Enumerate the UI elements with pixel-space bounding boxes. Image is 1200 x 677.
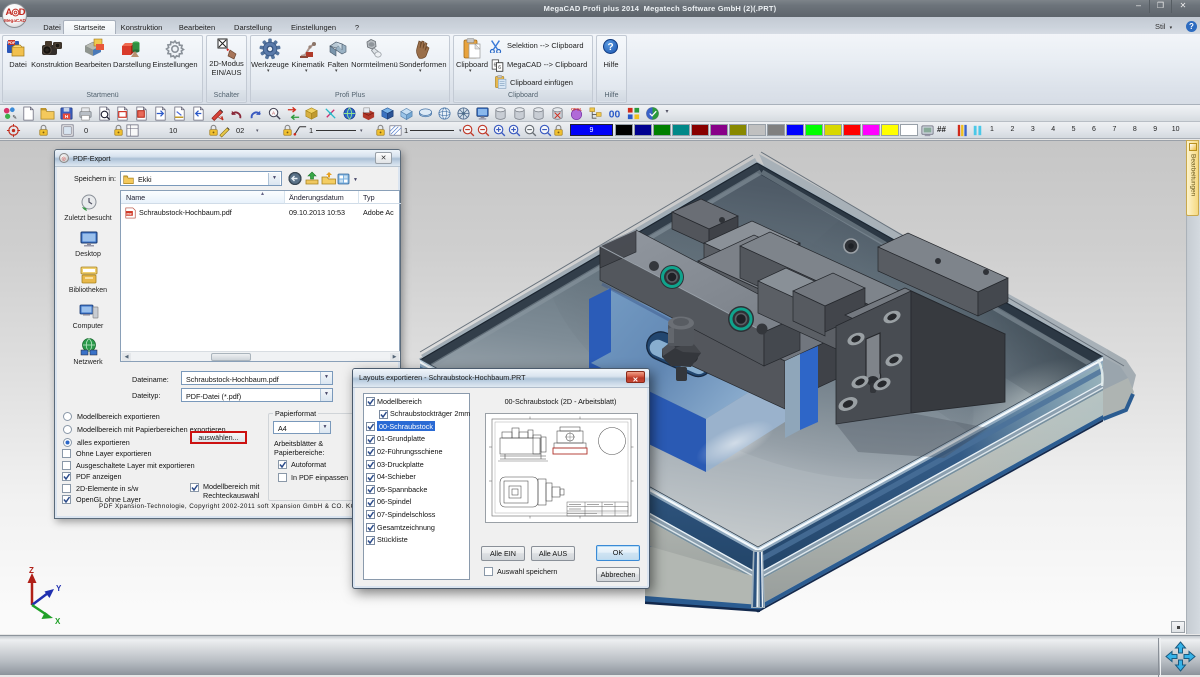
svg-text:Y: Y (56, 584, 62, 593)
svg-text:Z: Z (29, 566, 34, 575)
svg-text:A: A (272, 110, 275, 115)
svg-text:6: 6 (498, 65, 501, 71)
svg-text:OPGL: OPGL (571, 107, 583, 112)
svg-text:X: X (55, 617, 61, 625)
svg-text:PDF: PDF (8, 40, 17, 45)
svg-text:✎: ✎ (12, 114, 17, 121)
svg-text:00: 00 (609, 109, 621, 120)
svg-text:PDF: PDF (127, 212, 133, 216)
